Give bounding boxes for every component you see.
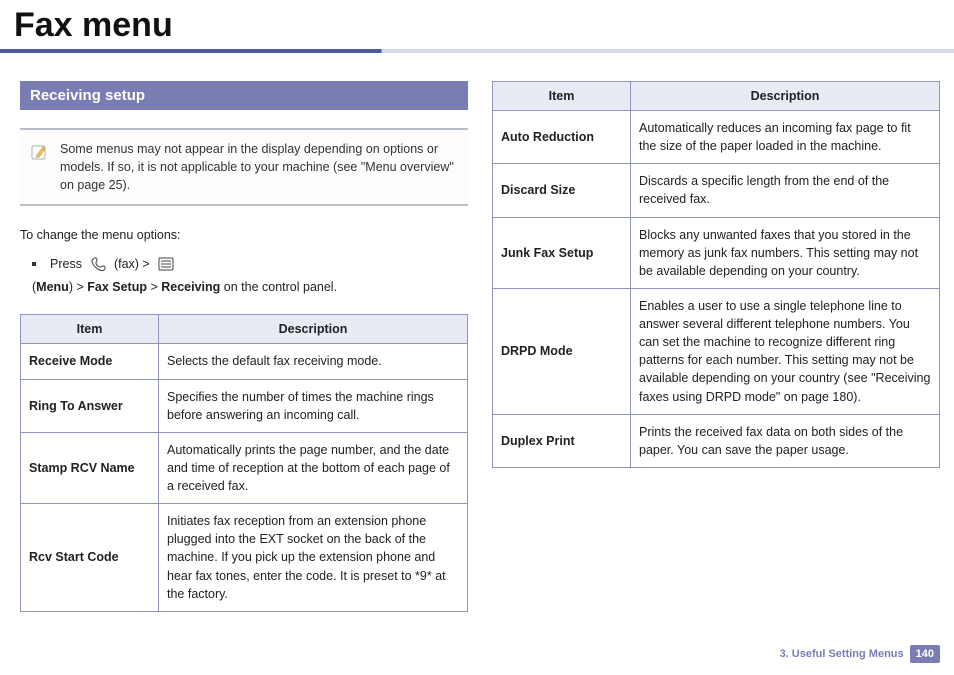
item-cell: Ring To Answer [21, 379, 159, 432]
item-cell: Auto Reduction [493, 111, 631, 164]
right-column: Item Description Auto Reduction Automati… [492, 81, 940, 612]
item-cell: Rcv Start Code [21, 504, 159, 612]
table-row: DRPD Mode Enables a user to use a single… [493, 288, 940, 414]
table-row: Ring To Answer Specifies the number of t… [21, 379, 468, 432]
press-label: Press [50, 257, 82, 271]
desc-cell: Prints the received fax data on both sid… [631, 414, 940, 467]
bullet-icon [32, 262, 36, 266]
item-cell: Duplex Print [493, 414, 631, 467]
desc-cell: Automatically prints the page number, an… [159, 432, 468, 503]
table-row: Receive Mode Selects the default fax rec… [21, 344, 468, 379]
receiving-bold: Receiving [161, 280, 220, 294]
right-table: Item Description Auto Reduction Automati… [492, 81, 940, 468]
item-cell: Receive Mode [21, 344, 159, 379]
item-cell: Junk Fax Setup [493, 217, 631, 288]
col-item-header: Item [493, 82, 631, 111]
note-pencil-icon [30, 140, 50, 160]
desc-cell: Discards a specific length from the end … [631, 164, 940, 217]
left-column: Receiving setup Some menus may not appea… [20, 81, 468, 612]
title-underline [0, 49, 954, 53]
col-desc-header: Description [631, 82, 940, 111]
note-text: Some menus may not appear in the display… [60, 140, 458, 194]
table-row: Stamp RCV Name Automatically prints the … [21, 432, 468, 503]
press-sequence: Press (fax) > (Menu) > Fax Setup > Recei… [32, 256, 468, 294]
menu-breadcrumb: (Menu) > Fax Setup > Receiving on the co… [32, 280, 337, 294]
col-desc-header: Description [159, 315, 468, 344]
desc-cell: Blocks any unwanted faxes that you store… [631, 217, 940, 288]
section-header: Receiving setup [20, 81, 468, 110]
table-row: Junk Fax Setup Blocks any unwanted faxes… [493, 217, 940, 288]
page-number: 140 [910, 645, 940, 663]
item-cell: Stamp RCV Name [21, 432, 159, 503]
chapter-label: 3. Useful Setting Menus [780, 648, 904, 660]
item-cell: Discard Size [493, 164, 631, 217]
item-cell: DRPD Mode [493, 288, 631, 414]
menu-list-icon [158, 257, 174, 271]
left-table: Item Description Receive Mode Selects th… [20, 314, 468, 611]
desc-cell: Enables a user to use a single telephone… [631, 288, 940, 414]
col-item-header: Item [21, 315, 159, 344]
desc-cell: Automatically reduces an incoming fax pa… [631, 111, 940, 164]
faxsetup-bold: Fax Setup [87, 280, 147, 294]
table-row: Rcv Start Code Initiates fax reception f… [21, 504, 468, 612]
menu-bold: Menu [36, 280, 69, 294]
control-panel-tail: on the control panel. [220, 280, 337, 294]
page-title: Fax menu [0, 0, 954, 49]
fax-label: (fax) > [114, 257, 150, 271]
fax-handset-icon [90, 256, 106, 272]
instruction-text: To change the menu options: [20, 228, 468, 242]
desc-cell: Specifies the number of times the machin… [159, 379, 468, 432]
desc-cell: Initiates fax reception from an extensio… [159, 504, 468, 612]
note-box: Some menus may not appear in the display… [20, 128, 468, 206]
table-row: Discard Size Discards a specific length … [493, 164, 940, 217]
table-row: Duplex Print Prints the received fax dat… [493, 414, 940, 467]
table-row: Auto Reduction Automatically reduces an … [493, 111, 940, 164]
page-footer: 3. Useful Setting Menus 140 [780, 645, 940, 663]
desc-cell: Selects the default fax receiving mode. [159, 344, 468, 379]
